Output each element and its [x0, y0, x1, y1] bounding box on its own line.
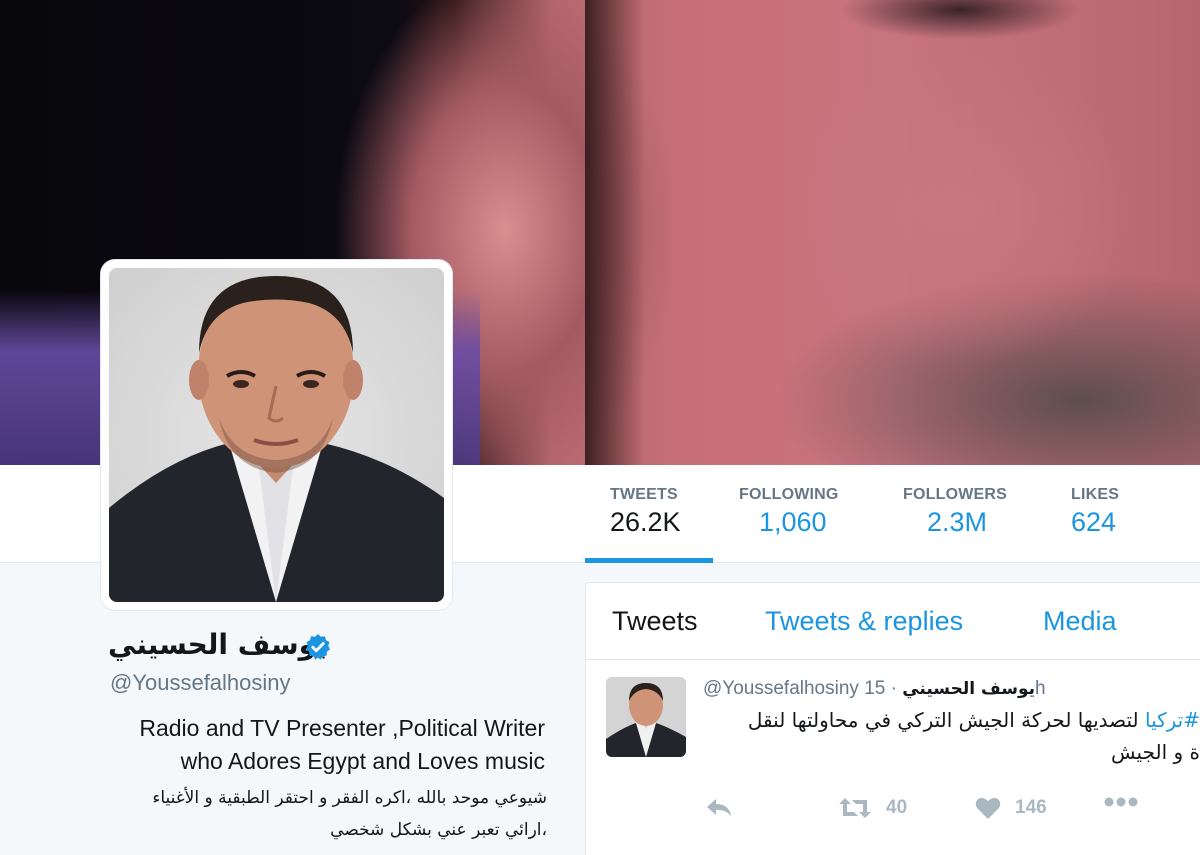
profile-handle[interactable]: @Youssefalhosiny	[110, 670, 291, 696]
more-button[interactable]	[1104, 796, 1138, 808]
profile-name[interactable]: يوسف الحسيني	[108, 628, 327, 661]
profile-bio-arabic: شيوعي موحد بالله ،اكره الفقر و احتقر الط…	[110, 782, 547, 846]
retweet-button[interactable]: 40	[838, 796, 907, 820]
tweet-header: @Youssefalhosiny يوسف الحسيني · 15h	[703, 678, 1046, 700]
reply-button[interactable]	[705, 796, 733, 820]
tweet-text-line-2: ة و الجيش	[1111, 740, 1200, 764]
stat-followers-value: 2.3M	[927, 507, 988, 537]
stat-likes[interactable]: LIKES 624	[1071, 486, 1119, 538]
tweet-text: #تركيا لتصديها لحركة الجيش التركي في محا…	[700, 704, 1200, 768]
avatar-portrait-illustration	[109, 276, 444, 602]
tab-tweets-replies[interactable]: Tweets & replies	[765, 606, 963, 637]
stat-following[interactable]: FOLLOWING 1,060	[739, 486, 839, 538]
like-count: 146	[1015, 797, 1047, 818]
tweet-handle[interactable]: @Youssefalhosiny	[703, 678, 859, 699]
banner-eye-shadow	[840, 0, 1080, 40]
stat-following-value: 1,060	[759, 507, 827, 537]
tweet-text-line-1: #تركيا لتصديها لحركة الجيش التركي في محا…	[700, 704, 1200, 736]
stat-likes-label: LIKES	[1071, 486, 1120, 503]
tweet-hashtag[interactable]: #تركيا	[1145, 708, 1200, 732]
stat-active-underline	[585, 558, 713, 563]
tab-tweets[interactable]: Tweets	[612, 606, 698, 637]
reply-icon	[707, 799, 731, 816]
verified-badge-icon	[305, 634, 331, 660]
retweet-count: 40	[886, 797, 908, 818]
bio-ar-line-1: شيوعي موحد بالله ،اكره الفقر و احتقر الط…	[152, 788, 547, 808]
more-dots-icon	[1104, 797, 1138, 807]
stat-following-label: FOLLOWING	[739, 486, 839, 503]
banner-hair-shadow	[585, 0, 645, 465]
tweet-avatar-illustration	[606, 677, 686, 757]
tweet-author-name[interactable]: يوسف الحسيني	[902, 679, 1035, 699]
stat-tweets[interactable]: TWEETS 26.2K	[610, 486, 681, 538]
tweet-avatar[interactable]	[606, 677, 686, 757]
like-button[interactable]: 146	[975, 796, 1047, 820]
bio-line-1: Radio and TV Presenter ,Political Writer	[139, 715, 545, 741]
stat-tweets-value: 26.2K	[610, 507, 681, 537]
stat-followers-label: FOLLOWERS	[903, 486, 1008, 503]
profile-bio: Radio and TV Presenter ,Political Writer…	[110, 712, 545, 778]
bio-ar-line-2: ،ارائي تعبر عني بشكل شخصي	[330, 820, 547, 840]
tab-media[interactable]: Media	[1043, 606, 1117, 637]
heart-icon	[975, 797, 1001, 819]
tweet-text-line-1-body: لتصديها لحركة الجيش التركي في محاولتها ل…	[747, 708, 1139, 732]
profile-avatar[interactable]	[101, 260, 452, 610]
bio-line-2: who Adores Egypt and Loves music	[180, 748, 545, 774]
stat-tweets-label: TWEETS	[610, 486, 678, 503]
avatar-photo	[109, 268, 444, 602]
stat-likes-value: 624	[1071, 507, 1117, 537]
stat-followers[interactable]: FOLLOWERS 2.3M	[903, 486, 1007, 538]
retweet-icon	[839, 798, 871, 818]
